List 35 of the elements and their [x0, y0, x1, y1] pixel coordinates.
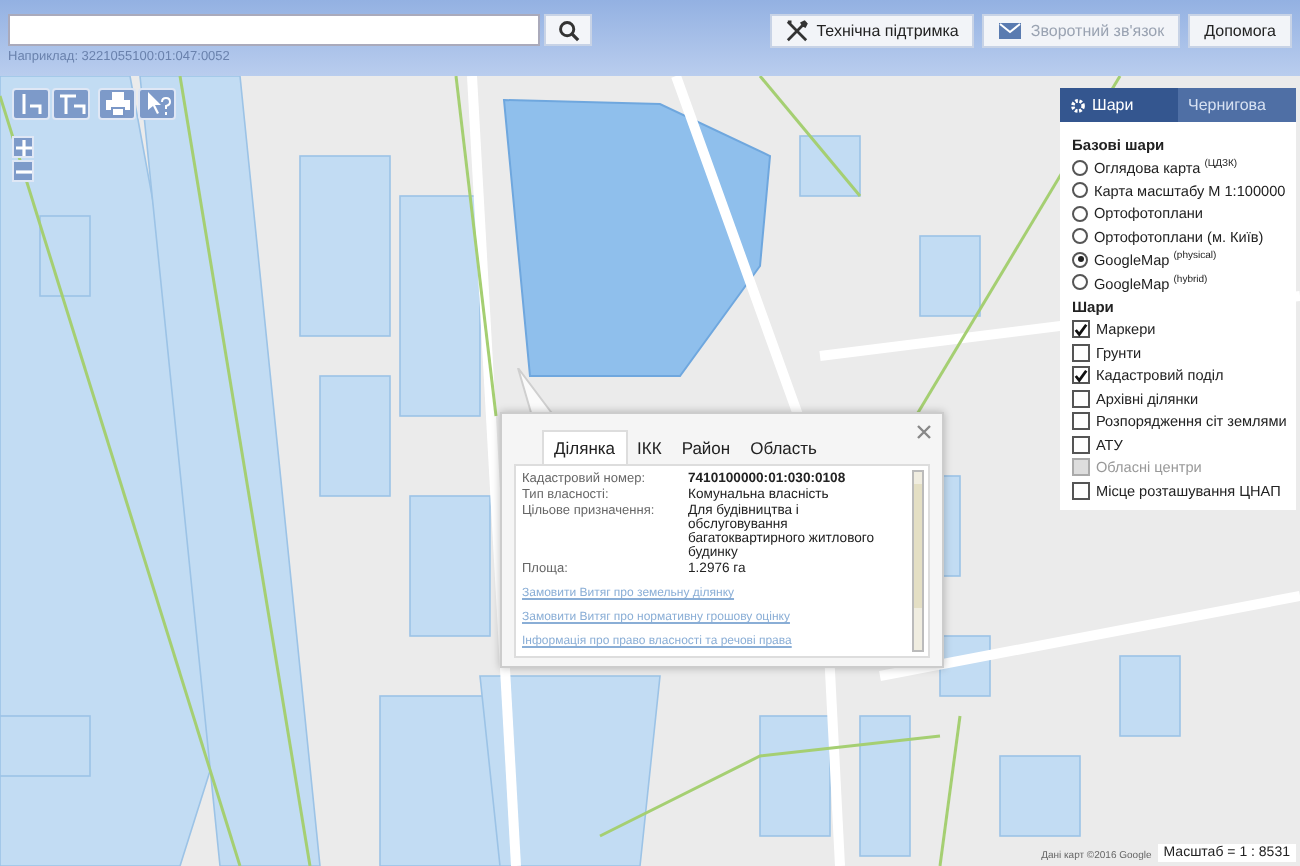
checkbox[interactable] — [1072, 481, 1090, 500]
popup-tab[interactable]: Район — [671, 430, 741, 464]
panel-tab[interactable]: Шари — [1060, 88, 1178, 122]
area-icon[interactable] — [52, 88, 90, 120]
popup-tab[interactable]: Ділянка — [542, 430, 628, 464]
zoom-in-icon[interactable] — [12, 136, 34, 158]
popup-tab[interactable]: Область — [740, 430, 827, 464]
checkbox[interactable] — [1072, 343, 1090, 362]
popup-tab[interactable]: ІКК — [627, 430, 672, 464]
search-field[interactable] — [8, 14, 540, 46]
gear-icon — [1070, 97, 1086, 113]
checkbox[interactable] — [1072, 366, 1090, 385]
search-icon — [557, 19, 579, 41]
radio-button[interactable] — [1072, 159, 1088, 176]
print-icon[interactable] — [98, 88, 136, 120]
ruler-icon[interactable] — [12, 88, 50, 120]
radio-button[interactable] — [1072, 274, 1088, 291]
cursor-help-icon[interactable] — [138, 88, 176, 120]
radio-button[interactable] — [1072, 228, 1088, 245]
scrollbar[interactable] — [912, 470, 924, 652]
checkbox[interactable] — [1072, 435, 1090, 454]
zoom-out-icon[interactable] — [12, 160, 34, 182]
checkbox[interactable] — [1072, 389, 1090, 408]
search-button[interactable] — [544, 14, 592, 46]
radio-button[interactable] — [1072, 182, 1088, 199]
tools-icon — [786, 20, 809, 42]
radio-button[interactable] — [1072, 205, 1088, 222]
envelope-icon — [998, 22, 1023, 40]
checkbox[interactable] — [1072, 320, 1090, 339]
checkbox[interactable] — [1072, 412, 1090, 431]
close-icon[interactable] — [916, 424, 932, 440]
radio-button[interactable] — [1072, 251, 1088, 268]
header-button[interactable]: Технічна підтримка — [770, 14, 975, 48]
header-button[interactable]: Допомога — [1188, 14, 1292, 48]
panel-tab[interactable]: Чернигова — [1178, 88, 1296, 122]
